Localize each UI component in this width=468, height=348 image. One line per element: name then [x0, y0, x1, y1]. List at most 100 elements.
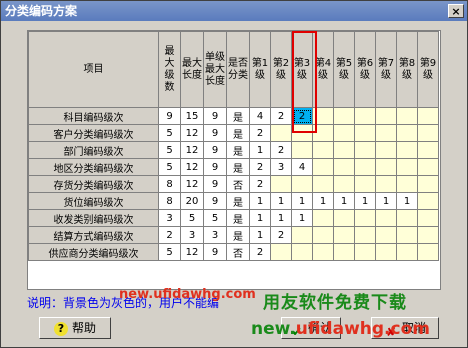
- row-is-category[interactable]: 否: [226, 175, 250, 193]
- level-7-cell[interactable]: [375, 158, 397, 176]
- level-6-cell[interactable]: [354, 107, 376, 125]
- level-5-cell[interactable]: [333, 243, 355, 261]
- row-is-category[interactable]: 是: [226, 158, 250, 176]
- row-is-category[interactable]: 是: [226, 209, 250, 227]
- level-8-cell[interactable]: [396, 243, 418, 261]
- row-is-category[interactable]: 否: [226, 243, 250, 261]
- close-button[interactable]: ×: [448, 4, 464, 18]
- level-9-cell[interactable]: [417, 209, 439, 227]
- level-4-cell[interactable]: [312, 226, 334, 244]
- level-6-cell[interactable]: [354, 226, 376, 244]
- level-9-cell[interactable]: [417, 124, 439, 142]
- help-button[interactable]: ? 帮助: [39, 317, 111, 339]
- level-5-cell[interactable]: [333, 175, 355, 193]
- row-max-levels: 5: [158, 243, 181, 261]
- level-3-cell[interactable]: 4: [291, 158, 313, 176]
- level-2-cell[interactable]: 2: [270, 141, 292, 159]
- level-7-cell[interactable]: [375, 226, 397, 244]
- level-1-cell[interactable]: 1: [249, 226, 271, 244]
- level-3-cell[interactable]: [291, 243, 313, 261]
- level-1-cell[interactable]: 1: [249, 141, 271, 159]
- row-max-length: 20: [180, 192, 204, 210]
- row-is-category[interactable]: 是: [226, 107, 250, 125]
- level-5-cell[interactable]: [333, 209, 355, 227]
- level-1-cell[interactable]: 2: [249, 124, 271, 142]
- level-1-cell[interactable]: 2: [249, 243, 271, 261]
- level-8-cell[interactable]: [396, 141, 418, 159]
- table-row: 科目编码级次 9 15 9 是 4 2 2: [28, 107, 439, 125]
- level-8-cell[interactable]: [396, 158, 418, 176]
- level-3-cell[interactable]: [291, 226, 313, 244]
- level-4-cell[interactable]: [312, 175, 334, 193]
- level-1-cell[interactable]: 2: [249, 175, 271, 193]
- level-6-cell[interactable]: [354, 141, 376, 159]
- level-2-cell[interactable]: [270, 124, 292, 142]
- level-8-cell[interactable]: 1: [396, 192, 418, 210]
- level-5-cell[interactable]: [333, 124, 355, 142]
- level-3-cell[interactable]: [291, 141, 313, 159]
- level-7-cell[interactable]: [375, 141, 397, 159]
- level-8-cell[interactable]: [396, 175, 418, 193]
- level-1-cell[interactable]: 1: [249, 192, 271, 210]
- header-row: 项目 最大级数 最大长度 单级最大长度 是否分类 第1级 第2级 第3级 第4级…: [28, 31, 439, 108]
- level-3-cell[interactable]: 1: [291, 192, 313, 210]
- level-6-cell[interactable]: [354, 158, 376, 176]
- level-3-cell[interactable]: 1: [291, 209, 313, 227]
- row-is-category[interactable]: 是: [226, 141, 250, 159]
- level-7-cell[interactable]: 1: [375, 192, 397, 210]
- level-6-cell[interactable]: 1: [354, 192, 376, 210]
- coding-scheme-grid[interactable]: 项目 最大级数 最大长度 单级最大长度 是否分类 第1级 第2级 第3级 第4级…: [27, 30, 441, 290]
- level-9-cell[interactable]: [417, 158, 439, 176]
- level-2-cell[interactable]: [270, 243, 292, 261]
- level-6-cell[interactable]: [354, 124, 376, 142]
- level-8-cell[interactable]: [396, 124, 418, 142]
- level-6-cell[interactable]: [354, 209, 376, 227]
- header-level-4: 第4级: [312, 31, 334, 108]
- level-4-cell[interactable]: [312, 107, 334, 125]
- level-6-cell[interactable]: [354, 243, 376, 261]
- level-2-cell[interactable]: 2: [270, 226, 292, 244]
- level-4-cell[interactable]: [312, 243, 334, 261]
- level-1-cell[interactable]: 4: [249, 107, 271, 125]
- level-1-cell[interactable]: 1: [249, 209, 271, 227]
- level-3-cell[interactable]: [291, 175, 313, 193]
- row-is-category[interactable]: 是: [226, 124, 250, 142]
- level-2-cell[interactable]: 2: [270, 107, 292, 125]
- level-2-cell[interactable]: [270, 175, 292, 193]
- level-2-cell[interactable]: 3: [270, 158, 292, 176]
- level-7-cell[interactable]: [375, 107, 397, 125]
- level-4-cell[interactable]: [312, 209, 334, 227]
- level-9-cell[interactable]: [417, 175, 439, 193]
- level-5-cell[interactable]: 1: [333, 192, 355, 210]
- level-6-cell[interactable]: [354, 175, 376, 193]
- level-3-cell[interactable]: 2: [291, 107, 313, 125]
- level-2-cell[interactable]: 1: [270, 192, 292, 210]
- level-8-cell[interactable]: [396, 209, 418, 227]
- level-7-cell[interactable]: [375, 209, 397, 227]
- row-is-category[interactable]: 是: [226, 192, 250, 210]
- level-5-cell[interactable]: [333, 107, 355, 125]
- level-3-cell[interactable]: [291, 124, 313, 142]
- level-8-cell[interactable]: [396, 226, 418, 244]
- level-4-cell[interactable]: [312, 158, 334, 176]
- level-4-cell[interactable]: 1: [312, 192, 334, 210]
- level-9-cell[interactable]: [417, 243, 439, 261]
- level-7-cell[interactable]: [375, 243, 397, 261]
- row-max-length: 12: [180, 124, 204, 142]
- level-1-cell[interactable]: 2: [249, 158, 271, 176]
- level-9-cell[interactable]: [417, 107, 439, 125]
- row-is-category[interactable]: 是: [226, 226, 250, 244]
- level-2-cell[interactable]: 1: [270, 209, 292, 227]
- level-7-cell[interactable]: [375, 124, 397, 142]
- level-4-cell[interactable]: [312, 141, 334, 159]
- level-8-cell[interactable]: [396, 107, 418, 125]
- level-9-cell[interactable]: [417, 141, 439, 159]
- level-9-cell[interactable]: [417, 226, 439, 244]
- level-4-cell[interactable]: [312, 124, 334, 142]
- level-7-cell[interactable]: [375, 175, 397, 193]
- level-5-cell[interactable]: [333, 158, 355, 176]
- level-5-cell[interactable]: [333, 141, 355, 159]
- title-bar: 分类编码方案 ×: [1, 1, 467, 21]
- level-5-cell[interactable]: [333, 226, 355, 244]
- level-9-cell[interactable]: [417, 192, 439, 210]
